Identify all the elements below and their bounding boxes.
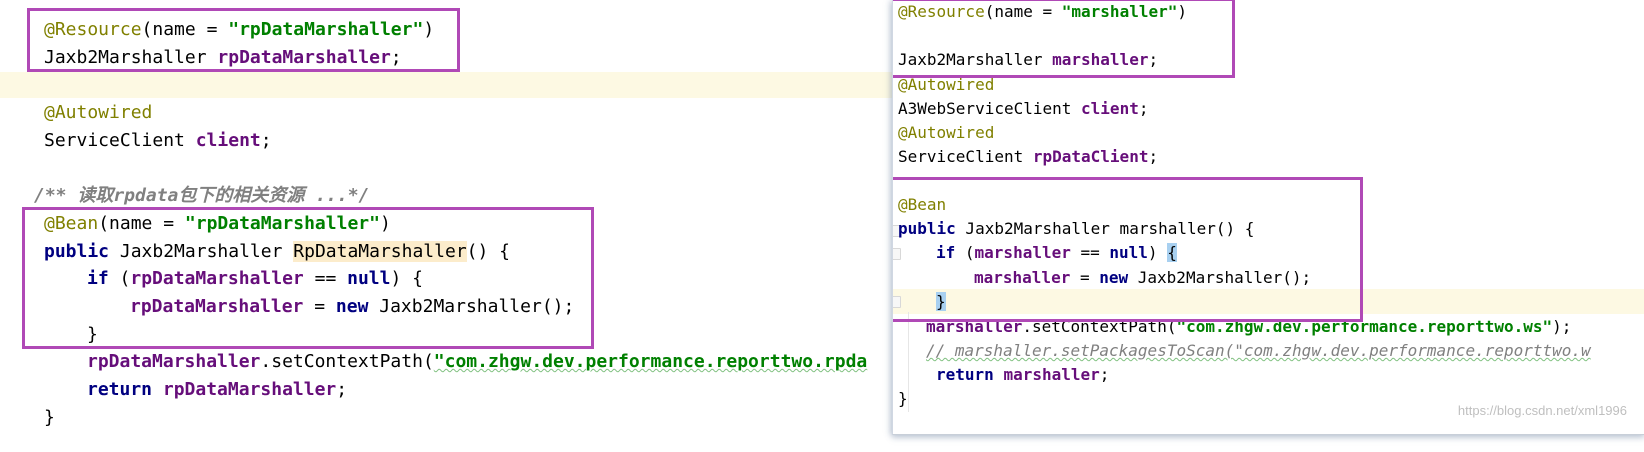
code-line[interactable]: @Autowired	[44, 104, 152, 122]
folded-doc-comment[interactable]: /** 读取rpdata包下的相关资源 ...*/	[34, 185, 369, 206]
code-line[interactable]: A3WebServiceClient client;	[898, 101, 1148, 117]
field-name: rpDataClient	[1032, 147, 1149, 166]
code-line[interactable]: ServiceClient client;	[44, 132, 272, 150]
field-name: marshaller	[1003, 365, 1100, 384]
annotation-box-resource	[893, 0, 1235, 78]
type-name: ServiceClient	[44, 130, 196, 151]
code-line[interactable]: @Autowired	[898, 77, 994, 93]
closing-brace: }	[898, 389, 908, 408]
type-name: A3WebServiceClient	[898, 99, 1082, 118]
keyword: return	[936, 365, 994, 384]
code-text: ;	[260, 130, 272, 151]
code-line[interactable]: }	[898, 391, 908, 407]
watermark: https://blog.csdn.net/xml1996	[1457, 403, 1627, 418]
string-literal: "com.zhgw.dev.performance.reporttwo.rpda	[433, 351, 868, 372]
method-call: .setContextPath(	[260, 351, 434, 372]
code-text: ;	[336, 379, 348, 400]
field-name: rpDataMarshaller	[162, 379, 337, 400]
annotation: @Autowired	[898, 123, 995, 142]
left-code-editor[interactable]: @Resource(name = "rpDataMarshaller") Jax…	[0, 0, 892, 452]
indent-guide	[908, 312, 909, 412]
type-name: ServiceClient	[898, 147, 1033, 166]
code-line[interactable]: ServiceClient rpDataClient;	[898, 149, 1158, 165]
code-text: ;	[1138, 99, 1149, 118]
code-text: ;	[1148, 147, 1159, 166]
code-line[interactable]: /** 读取rpdata包下的相关资源 ...*/	[34, 187, 369, 205]
line-comment: // marshaller.setPackagesToScan("com.zhg…	[926, 341, 1591, 360]
right-code-editor[interactable]: @Resource(name = "marshaller") Jaxb2Mars…	[892, 0, 1644, 435]
annotation-box-bean-method	[893, 177, 1363, 322]
code-line[interactable]: }	[44, 409, 55, 427]
closing-brace: }	[44, 407, 55, 428]
field-name: client	[1081, 99, 1139, 118]
code-line[interactable]: // marshaller.setPackagesToScan("com.zhg…	[926, 343, 1591, 359]
field-name: rpDataMarshaller	[87, 351, 261, 372]
annotation: @Autowired	[44, 102, 153, 123]
code-text: ;	[1099, 365, 1110, 384]
annotation-box-bean-method	[22, 207, 594, 349]
field-name: client	[195, 130, 261, 151]
code-line[interactable]: @Autowired	[898, 125, 994, 141]
current-line-highlight	[0, 72, 892, 98]
code-text: );	[1552, 317, 1572, 336]
code-line[interactable]: return marshaller;	[936, 367, 1109, 383]
code-line[interactable]: return rpDataMarshaller;	[87, 381, 347, 399]
annotation-box-resource	[27, 8, 460, 72]
code-line[interactable]: rpDataMarshaller.setContextPath("com.zhg…	[87, 353, 867, 371]
keyword: return	[87, 379, 153, 400]
